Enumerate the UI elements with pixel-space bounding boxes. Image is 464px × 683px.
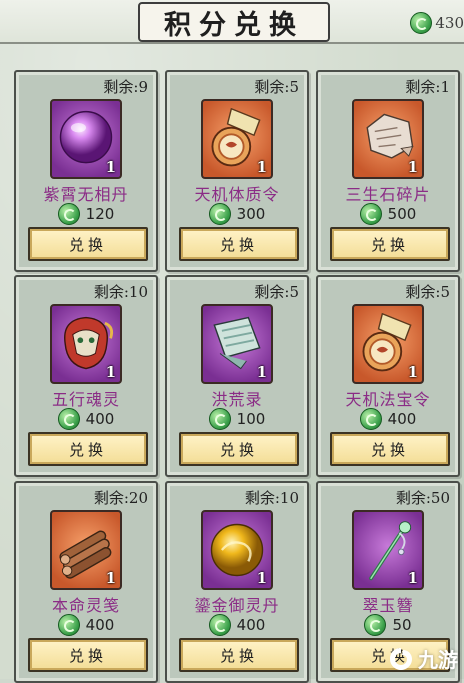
exchange-card: 剩余:5 1 天机法宝令 400 兑换 <box>316 275 460 477</box>
item-quantity: 1 <box>256 158 267 176</box>
item-quantity: 1 <box>407 569 418 587</box>
item-quantity: 1 <box>105 569 116 587</box>
exchange-button[interactable]: 兑换 <box>179 638 299 672</box>
item-name: 天机体质令 <box>194 185 280 204</box>
item-name: 洪荒录 <box>211 390 263 409</box>
item-slot[interactable]: 1 <box>352 304 424 384</box>
item-slot[interactable]: 1 <box>352 99 424 179</box>
cost-value: 50 <box>392 616 412 634</box>
item-cost: 300 <box>167 203 307 225</box>
exchange-button[interactable]: 兑换 <box>330 227 450 261</box>
remaining-count: 剩余:10 <box>93 283 148 301</box>
exchange-card: 剩余:5 1 天机体质令 300 兑换 <box>165 70 309 272</box>
item-slot[interactable]: 1 <box>201 510 273 590</box>
item-cost: 500 <box>318 203 458 225</box>
item-name: 天机法宝令 <box>345 390 431 409</box>
item-name: 鎏金御灵丹 <box>194 596 280 615</box>
cost-value: 400 <box>387 410 417 428</box>
title-banner: 积分兑换 <box>138 2 330 42</box>
jade-coin-icon <box>208 614 231 636</box>
jade-coin-icon <box>57 203 80 225</box>
jade-coin-icon <box>359 408 382 430</box>
cost-value: 300 <box>236 205 266 223</box>
remaining-count: 剩余:5 <box>405 283 450 301</box>
jade-coin-icon <box>57 614 80 636</box>
item-quantity: 1 <box>256 569 267 587</box>
remaining-count: 剩余:20 <box>93 489 148 507</box>
exchange-button[interactable]: 兑换 <box>28 432 148 466</box>
watermark-text: 九游 <box>418 648 458 672</box>
page-title: 积分兑换 <box>164 9 304 41</box>
item-cost: 100 <box>167 408 307 430</box>
jade-coin-icon <box>410 12 433 34</box>
item-name: 紫霄无相丹 <box>43 185 129 204</box>
item-name: 翠玉簪 <box>362 596 414 615</box>
remaining-count: 剩余:5 <box>254 78 299 96</box>
item-cost: 120 <box>16 203 156 225</box>
points-display: 430 <box>410 12 464 34</box>
item-cost: 400 <box>167 614 307 636</box>
exchange-card: 剩余:1 1 三生石碎片 500 兑换 <box>316 70 460 272</box>
item-name: 三生石碎片 <box>345 185 431 204</box>
item-cost: 400 <box>318 408 458 430</box>
points-value: 430 <box>435 14 464 32</box>
watermark: 九游 <box>388 644 458 673</box>
item-name: 本命灵笺 <box>51 596 120 615</box>
exchange-button[interactable]: 兑换 <box>330 432 450 466</box>
item-cost: 400 <box>16 614 156 636</box>
exchange-card: 剩余:5 1 洪荒录 100 兑换 <box>165 275 309 477</box>
remaining-count: 剩余:9 <box>103 78 148 96</box>
watermark-logo-icon <box>390 647 412 670</box>
item-slot[interactable]: 1 <box>50 510 122 590</box>
exchange-button[interactable]: 兑换 <box>179 432 299 466</box>
cost-value: 400 <box>236 616 266 634</box>
item-quantity: 1 <box>105 363 116 381</box>
jade-coin-icon <box>57 408 80 430</box>
header-bar: 积分兑换 430 <box>0 0 464 44</box>
item-slot[interactable]: 1 <box>352 510 424 590</box>
item-slot[interactable]: 1 <box>201 99 273 179</box>
jade-coin-icon <box>364 614 387 636</box>
exchange-card: 剩余:20 1 本命灵笺 400 兑换 <box>14 481 158 683</box>
remaining-count: 剩余:5 <box>254 283 299 301</box>
jade-coin-icon <box>208 408 231 430</box>
remaining-count: 剩余:1 <box>405 78 450 96</box>
cost-value: 120 <box>85 205 115 223</box>
cost-value: 100 <box>236 410 266 428</box>
cost-value: 500 <box>387 205 417 223</box>
jade-coin-icon <box>359 203 382 225</box>
exchange-card: 剩余:10 1 五行魂灵 400 兑换 <box>14 275 158 477</box>
exchange-card: 剩余:10 1 鎏金御灵丹 400 兑换 <box>165 481 309 683</box>
remaining-count: 剩余:10 <box>244 489 299 507</box>
remaining-count: 剩余:50 <box>395 489 450 507</box>
cost-value: 400 <box>85 410 115 428</box>
jade-coin-icon <box>208 203 231 225</box>
item-cost: 50 <box>318 614 458 636</box>
exchange-button[interactable]: 兑换 <box>179 227 299 261</box>
item-slot[interactable]: 1 <box>201 304 273 384</box>
cost-value: 400 <box>85 616 115 634</box>
item-slot[interactable]: 1 <box>50 99 122 179</box>
item-name: 五行魂灵 <box>51 390 120 409</box>
item-quantity: 1 <box>407 158 418 176</box>
item-quantity: 1 <box>105 158 116 176</box>
exchange-card: 剩余:9 1 紫霄无相丹 120 兑换 <box>14 70 158 272</box>
item-cost: 400 <box>16 408 156 430</box>
item-slot[interactable]: 1 <box>50 304 122 384</box>
exchange-button[interactable]: 兑换 <box>28 227 148 261</box>
item-quantity: 1 <box>256 363 267 381</box>
item-quantity: 1 <box>407 363 418 381</box>
exchange-button[interactable]: 兑换 <box>28 638 148 672</box>
